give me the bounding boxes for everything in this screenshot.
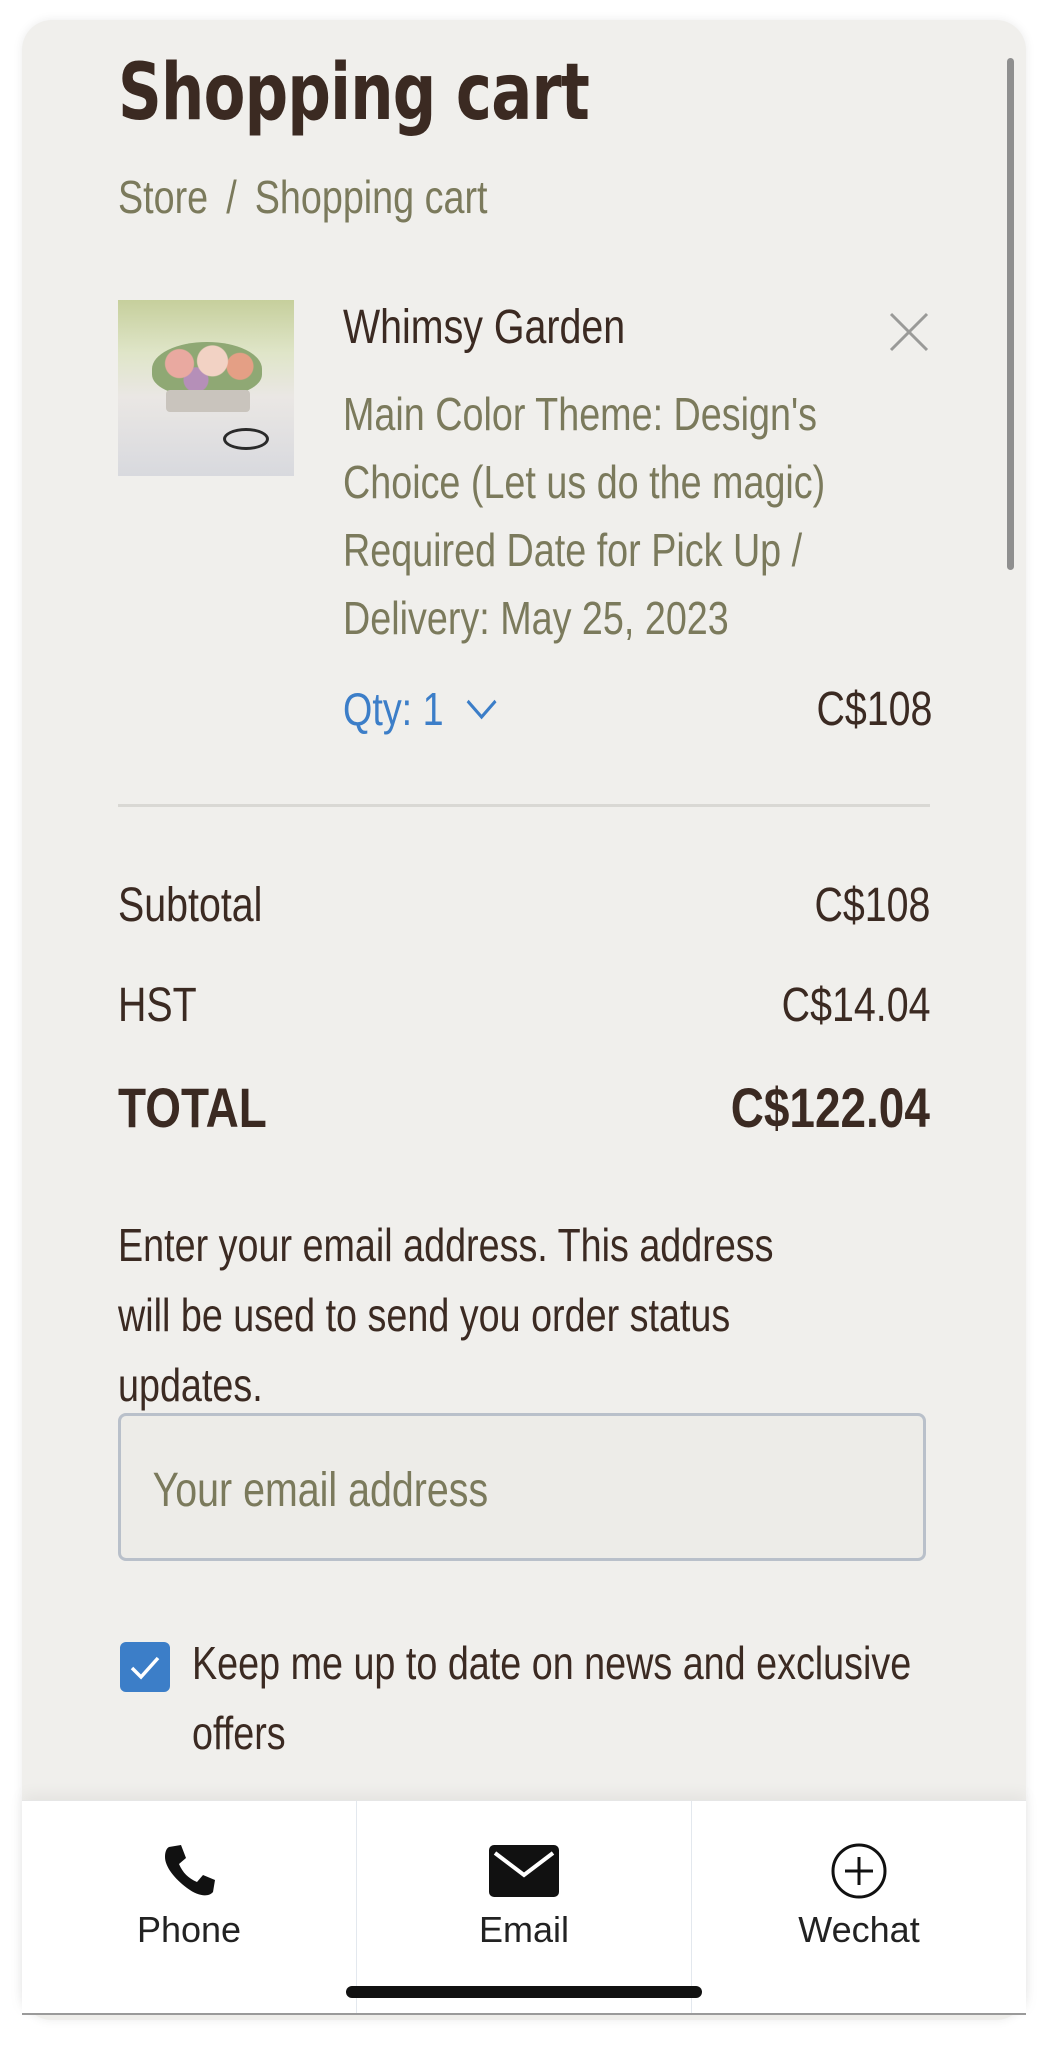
phone-icon xyxy=(165,1845,215,1896)
basket-image xyxy=(166,390,250,412)
email-field[interactable] xyxy=(151,1454,893,1526)
bottom-tab-bar: Phone Email Wechat xyxy=(22,1800,1026,2015)
cart-panel: Shopping cart Store / Shopping cart Whimsy… xyxy=(22,20,1026,2020)
newsletter-label[interactable]: Keep me up to date on news and exclusive… xyxy=(192,1628,930,1768)
divider xyxy=(118,804,930,807)
plus-circle-icon xyxy=(831,1843,887,1899)
subtotal-value: C$108 xyxy=(814,879,930,932)
tab-email[interactable]: Email xyxy=(356,1801,691,2013)
item-price: C$108 xyxy=(816,683,932,736)
chevron-down-icon xyxy=(466,699,497,720)
close-icon xyxy=(889,312,929,352)
scissors-image xyxy=(223,428,269,450)
envelope-icon xyxy=(489,1845,559,1897)
breadcrumb: Store / Shopping cart xyxy=(118,170,487,224)
total-row: TOTAL C$122.04 xyxy=(118,1075,930,1140)
tab-phone[interactable]: Phone xyxy=(22,1801,356,2013)
total-label: TOTAL xyxy=(118,1076,267,1139)
page-title: Shopping cart xyxy=(118,48,590,138)
tax-row: HST C$14.04 xyxy=(118,978,930,1033)
home-indicator xyxy=(346,1986,702,1998)
newsletter-checkbox[interactable] xyxy=(120,1642,170,1692)
option-color-theme: Main Color Theme: Design's Choice (Let u… xyxy=(343,388,826,508)
product-options: Main Color Theme: Design's Choice (Let u… xyxy=(343,380,868,652)
remove-item-button[interactable] xyxy=(887,310,931,354)
tab-phone-label: Phone xyxy=(136,1909,242,1950)
quantity-label: Qty: 1 xyxy=(343,683,444,735)
tax-label: HST xyxy=(118,979,197,1032)
tab-wechat[interactable]: Wechat xyxy=(691,1801,1026,2013)
breadcrumb-store-link[interactable]: Store xyxy=(118,171,208,223)
product-thumbnail[interactable] xyxy=(118,300,294,476)
subtotal-label: Subtotal xyxy=(118,879,263,932)
tab-wechat-label: Wechat xyxy=(798,1909,920,1950)
breadcrumb-current: Shopping cart xyxy=(254,171,488,223)
email-info-text: Enter your email address. This address w… xyxy=(118,1219,774,1411)
tab-email-label: Email xyxy=(478,1909,570,1950)
quantity-dropdown[interactable]: Qty: 1 xyxy=(343,682,498,736)
product-name[interactable]: Whimsy Garden xyxy=(343,300,625,355)
bouquet-image xyxy=(152,342,262,396)
total-value: C$122.04 xyxy=(730,1076,930,1139)
option-required-date: Required Date for Pick Up / Delivery: Ma… xyxy=(343,524,803,644)
email-field-wrapper xyxy=(118,1413,926,1561)
tax-value: C$14.04 xyxy=(781,979,930,1032)
scrollbar[interactable] xyxy=(1007,58,1014,570)
checkmark-icon xyxy=(130,1656,160,1680)
breadcrumb-separator: / xyxy=(226,171,237,223)
subtotal-row: Subtotal C$108 xyxy=(118,878,930,933)
